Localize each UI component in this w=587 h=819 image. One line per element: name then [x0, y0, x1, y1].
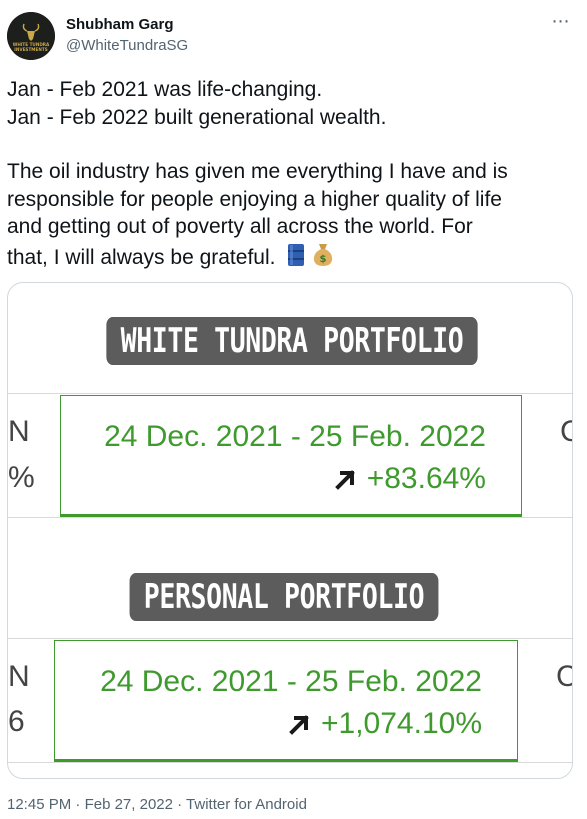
cropped-column-text: 6	[8, 705, 25, 738]
percent-change-value: +83.64%	[366, 462, 486, 495]
more-options-icon[interactable]: ⋯	[549, 12, 573, 34]
cropped-column-text: N	[8, 415, 30, 448]
percent-change-value: +1,074.10%	[321, 707, 482, 740]
user-handle[interactable]: @WhiteTundraSG	[66, 36, 188, 55]
user-info: Shubham Garg @WhiteTundraSG	[66, 15, 188, 55]
percent-change: +83.64%	[334, 462, 486, 498]
svg-text:$: $	[320, 254, 327, 265]
portfolio-performance-cell: 24 Dec. 2021 - 25 Feb. 2022 +83.64%	[60, 395, 522, 517]
tweet-line: Jan - Feb 2021 was life-changing.	[7, 78, 323, 101]
money-bag-icon: $	[311, 241, 335, 275]
display-name[interactable]: Shubham Garg	[66, 15, 188, 34]
cropped-column-text: C	[556, 660, 572, 694]
tweet-line: Jan - Feb 2022 built generational wealth…	[7, 105, 387, 129]
cropped-column-text: %	[8, 461, 35, 494]
separator-dot: ·	[177, 796, 183, 813]
tweet-line: responsible for people enjoying a higher…	[7, 187, 502, 211]
row-divider	[8, 393, 572, 394]
tweet-header: WHITE TUNDRA INVESTMENTS Shubham Garg @W…	[7, 12, 573, 62]
tweet-time[interactable]: 12:45 PM	[7, 796, 71, 813]
arrow-up-right-icon	[334, 464, 357, 498]
row-divider	[8, 638, 572, 639]
avatar-text-bottom: INVESTMENTS	[14, 47, 47, 52]
portfolio-performance-cell: 24 Dec. 2021 - 25 Feb. 2022 +1,074.10%	[54, 640, 518, 762]
tweet-source[interactable]: Twitter for Android	[186, 796, 307, 813]
arrow-up-right-icon	[289, 709, 311, 743]
row-divider	[8, 762, 572, 763]
portfolio-title-pill: PERSONAL PORTFOLIO	[129, 573, 439, 621]
percent-change: +1,074.10%	[289, 707, 482, 743]
tweet-metadata: 12:45 PM · Feb 27, 2022 · Twitter for An…	[7, 796, 307, 813]
tweet-date[interactable]: Feb 27, 2022	[85, 796, 173, 813]
cropped-column-text: N	[8, 660, 30, 693]
row-divider	[8, 517, 572, 518]
tweet-line-last: that, I will always be grateful. $	[7, 241, 573, 275]
tweet-line: and getting out of poverty all across th…	[7, 215, 473, 238]
date-range: 24 Dec. 2021 - 25 Feb. 2022	[100, 665, 482, 698]
cropped-column-text: C	[560, 415, 572, 449]
tweet-line: that, I will always be grateful.	[7, 245, 276, 269]
tweet-text: Jan - Feb 2021 was life-changing. Jan - …	[7, 76, 573, 274]
oil-drum-icon	[287, 243, 305, 275]
avatar[interactable]: WHITE TUNDRA INVESTMENTS	[7, 12, 55, 60]
tweet-line: The oil industry has given me everything…	[7, 160, 508, 183]
tweet-image[interactable]: WHITE TUNDRA PORTFOLIO N % C 24 Dec. 202…	[7, 282, 573, 779]
date-range: 24 Dec. 2021 - 25 Feb. 2022	[104, 420, 486, 453]
portfolio-title-pill: WHITE TUNDRA PORTFOLIO	[106, 317, 478, 365]
separator-dot: ·	[75, 796, 81, 813]
